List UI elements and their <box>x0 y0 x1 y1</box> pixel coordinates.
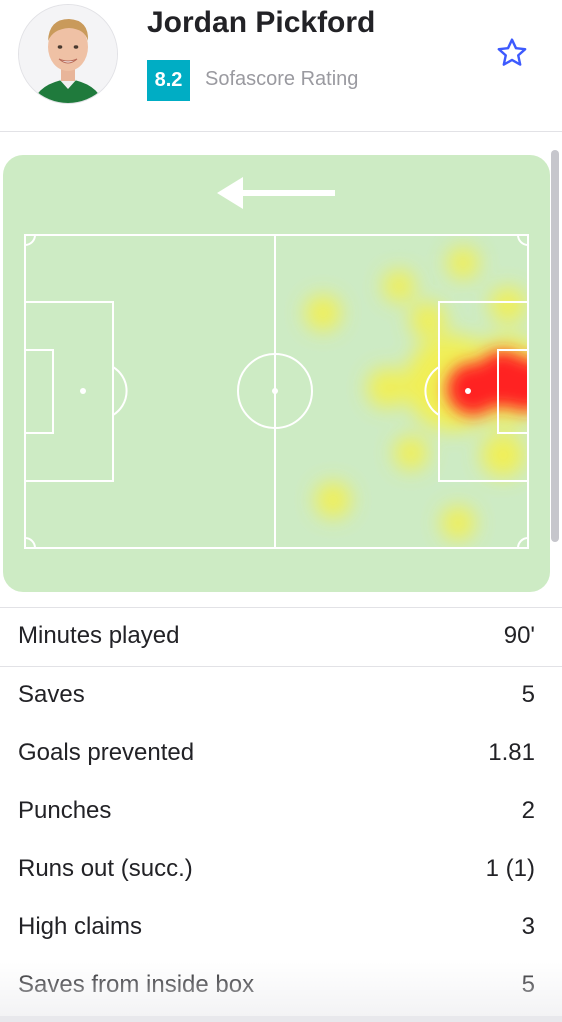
stat-label: Punches <box>18 797 112 824</box>
favorite-button[interactable] <box>493 34 531 72</box>
rating-badge: 8.2 <box>147 60 190 101</box>
stat-value: 5 <box>521 971 535 998</box>
stat-label: High claims <box>18 913 143 940</box>
bottom-divider <box>0 1016 562 1022</box>
player-header: Jordan Pickford 8.2 Sofascore Rating <box>0 0 562 132</box>
stat-value: 2 <box>521 797 535 824</box>
scrollbar[interactable] <box>551 150 559 542</box>
star-outline-icon <box>497 38 527 66</box>
avatar[interactable] <box>18 4 118 104</box>
stat-row: High claims 3 <box>0 899 562 957</box>
stat-value: 5 <box>521 681 535 708</box>
stat-row: Saves from inside box 5 <box>0 957 562 1015</box>
stat-row: Saves 5 <box>0 667 562 725</box>
attack-direction-arrow <box>217 177 335 209</box>
stat-label: Minutes played <box>18 622 180 649</box>
stat-value: 90' <box>503 622 535 649</box>
stat-row: Punches 2 <box>0 783 562 841</box>
stat-value: 1 (1) <box>485 855 535 882</box>
stats-list: Minutes played 90' Saves 5 Goals prevent… <box>0 607 562 1015</box>
player-photo <box>19 5 117 103</box>
stat-label: Goals prevented <box>18 739 195 766</box>
stat-row: Runs out (succ.) 1 (1) <box>0 841 562 899</box>
stat-row: Minutes played 90' <box>0 608 562 667</box>
stat-label: Runs out (succ.) <box>18 855 193 882</box>
stat-value: 1.81 <box>488 739 535 766</box>
heatmap-card <box>3 155 550 592</box>
stat-row: Goals prevented 1.81 <box>0 725 562 783</box>
stat-label: Saves <box>18 681 85 708</box>
player-name: Jordan Pickford <box>147 6 376 39</box>
heatmap-pitch <box>24 177 529 549</box>
rating-label: Sofascore Rating <box>205 68 359 90</box>
stat-label: Saves from inside box <box>18 971 255 998</box>
stat-value: 3 <box>521 913 535 940</box>
scrollbar-thumb[interactable] <box>551 150 559 542</box>
heat-blobs <box>305 247 528 540</box>
